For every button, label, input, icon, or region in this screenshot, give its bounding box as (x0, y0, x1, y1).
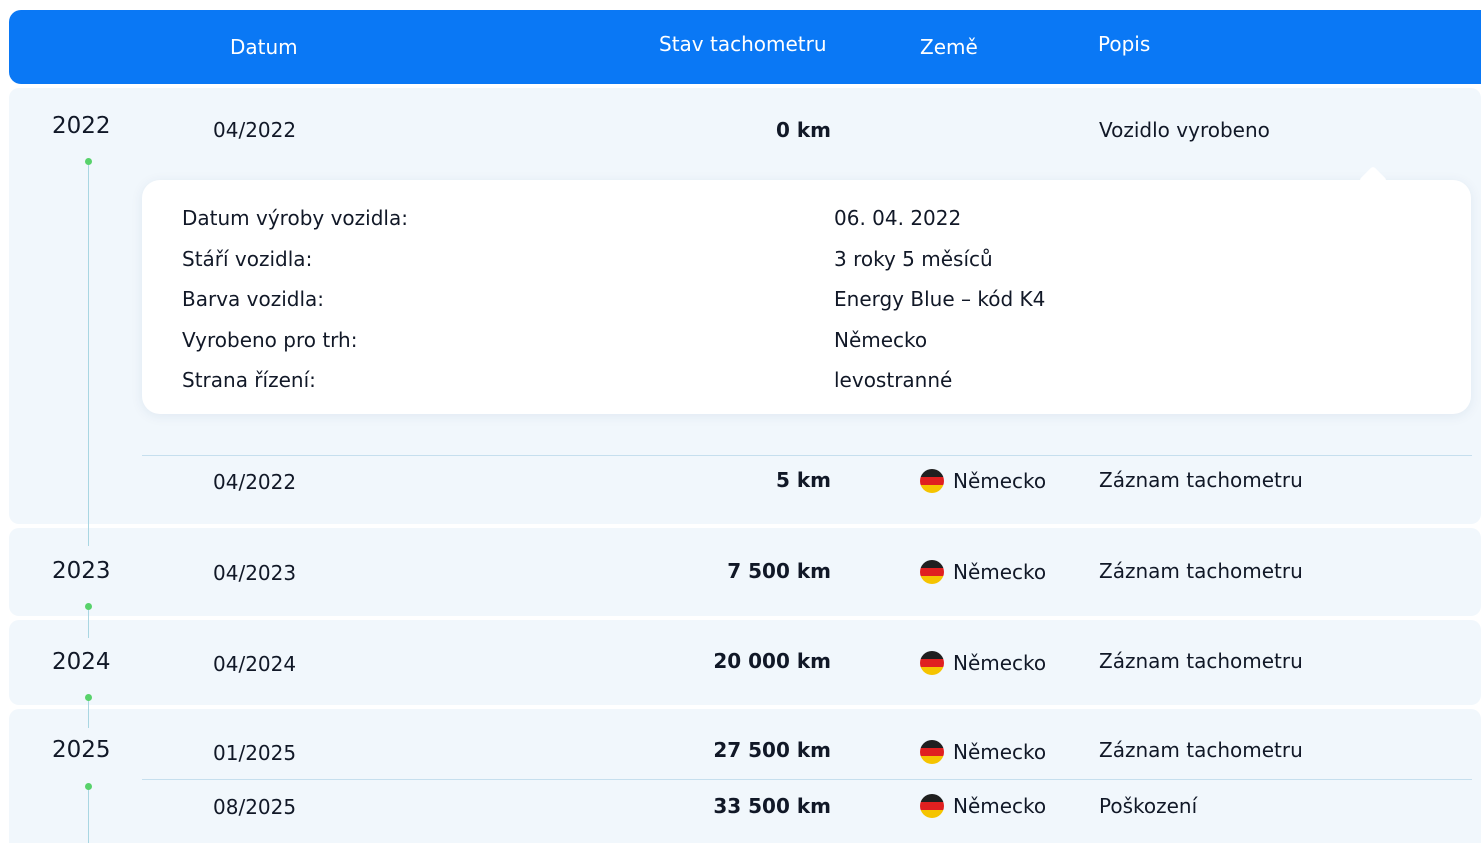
header-country: Země (920, 35, 978, 59)
table-header: Datum Stav tachometru Země Popis (9, 10, 1481, 84)
detail-value: levostranné (834, 368, 953, 392)
row-date: 08/2025 (213, 795, 297, 819)
timeline-dot (85, 694, 92, 701)
vehicle-detail-card: Datum výroby vozidla: 06. 04. 2022 Stáří… (142, 165, 1471, 414)
detail-value: 06. 04. 2022 (834, 206, 962, 230)
german-flag-icon (920, 469, 944, 493)
timeline-line (88, 789, 89, 843)
detail-label: Strana řízení: (182, 368, 316, 392)
row-date: 04/2023 (213, 561, 297, 585)
year-section-2025 (9, 709, 1481, 843)
row-country: Německo (920, 651, 1046, 675)
row-description: Záznam tachometru (1099, 649, 1303, 673)
german-flag-icon (920, 651, 944, 675)
row-odometer: 33 500 km (713, 794, 831, 818)
country-name: Německo (953, 651, 1047, 675)
row-date: 04/2022 (213, 470, 297, 494)
row-description: Poškození (1099, 794, 1198, 818)
row-odometer: 5 km (775, 468, 831, 492)
year-label: 2022 (52, 113, 111, 139)
detail-value: Energy Blue – kód K4 (834, 287, 1046, 311)
country-name: Německo (953, 794, 1047, 818)
row-description: Záznam tachometru (1099, 559, 1303, 583)
detail-label: Stáří vozidla: (182, 247, 313, 271)
row-divider (142, 779, 1472, 780)
timeline-dot (85, 158, 92, 165)
detail-value: Německo (834, 328, 928, 352)
detail-value: 3 roky 5 měsíců (834, 247, 993, 271)
row-country: Německo (920, 469, 1046, 493)
timeline-line (88, 610, 89, 638)
row-description: Záznam tachometru (1099, 468, 1303, 492)
header-description: Popis (1098, 32, 1151, 56)
timeline-line (88, 700, 89, 728)
row-date: 01/2025 (213, 741, 297, 765)
german-flag-icon (920, 560, 944, 584)
row-country: Německo (920, 560, 1046, 584)
row-odometer: 7 500 km (727, 559, 831, 583)
timeline-dot (85, 783, 92, 790)
row-odometer: 20 000 km (713, 649, 831, 673)
row-country: Německo (920, 794, 1046, 818)
row-date: 04/2024 (213, 652, 297, 676)
country-name: Německo (953, 740, 1047, 764)
year-label: 2023 (52, 558, 111, 584)
row-date: 04/2022 (213, 118, 297, 142)
detail-label: Barva vozidla: (182, 287, 325, 311)
row-description: Záznam tachometru (1099, 738, 1303, 762)
header-date: Datum (230, 35, 298, 59)
row-description: Vozidlo vyrobeno (1099, 118, 1270, 142)
timeline-dot (85, 603, 92, 610)
german-flag-icon (920, 740, 944, 764)
country-name: Německo (953, 560, 1047, 584)
country-name: Německo (953, 469, 1047, 493)
year-label: 2025 (52, 737, 111, 763)
detail-label: Vyrobeno pro trh: (182, 328, 358, 352)
row-odometer: 0 km (775, 118, 831, 142)
detail-label: Datum výroby vozidla: (182, 206, 408, 230)
header-odometer: Stav tachometru (659, 32, 827, 56)
timeline-line (88, 165, 89, 546)
row-divider (142, 455, 1472, 456)
row-country: Německo (920, 740, 1046, 764)
year-label: 2024 (52, 649, 111, 675)
row-odometer: 27 500 km (713, 738, 831, 762)
german-flag-icon (920, 794, 944, 818)
